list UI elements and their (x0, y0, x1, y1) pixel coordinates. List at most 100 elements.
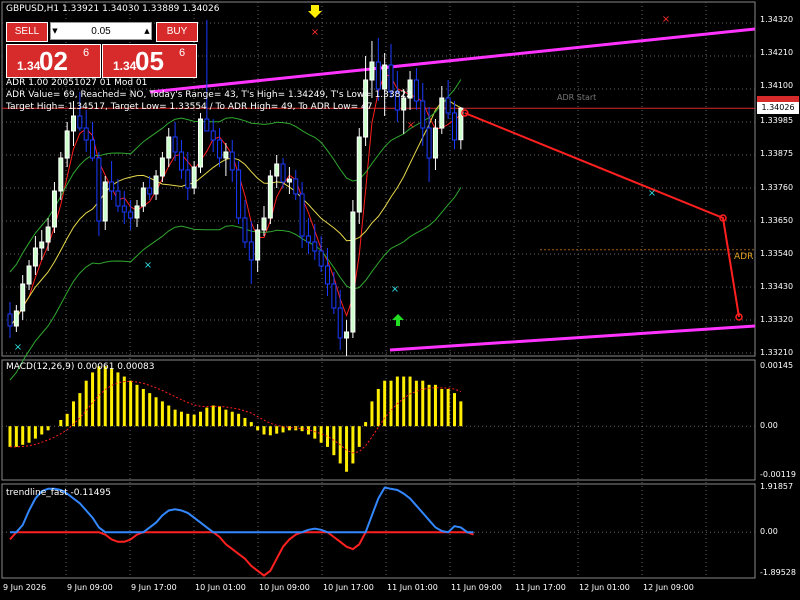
candle-body (439, 97, 445, 129)
current-price-tag: 1.34026 (757, 102, 799, 114)
candle-body (382, 64, 388, 90)
buy-quote-fraction: 6 (179, 47, 186, 59)
macd-label: MACD(12,26,9) 0.00061 0.00083 (6, 362, 155, 372)
lot-decrease-icon[interactable]: ▼ (50, 22, 60, 40)
one-click-trade-panel: SELL 0.05 ▼ ▲ BUY 1.34 02 6 1.34 05 6 (4, 20, 198, 78)
candle-body (32, 247, 38, 267)
price-axis-label: 1.33650 (760, 216, 794, 225)
adr-info-line-1: ADR 1.00 20051027 01 Mod 01 (6, 78, 148, 88)
price-axis-label: 1.34320 (760, 15, 794, 24)
candle-body (280, 163, 286, 183)
candle-body (375, 61, 381, 90)
time-axis-label: 10 Jun 09:00 (259, 583, 310, 592)
candle-body (121, 205, 127, 213)
candle-body (13, 310, 19, 327)
price-axis-label: 1.33875 (760, 148, 794, 158)
macd-axis-label: 0.00145 (760, 361, 794, 371)
cross-marker-icon: × (648, 188, 656, 199)
candle-body (198, 118, 203, 168)
buy-button[interactable]: BUY (156, 22, 198, 42)
candle-body (172, 136, 178, 153)
macd-signal-line (10, 380, 462, 454)
candle-body (261, 217, 267, 231)
time-axis-label: 9 Jun 09:00 (67, 583, 113, 592)
lower-channel-line (389, 324, 756, 352)
candle-body (109, 181, 115, 192)
cross-marker-icon: × (407, 120, 415, 131)
price-axis-label: 1.34210 (760, 48, 794, 57)
candle-body (77, 115, 83, 129)
candle-body (344, 331, 350, 339)
macd-axis-label: -0.00119 (760, 470, 796, 480)
symbol-header: GBPUSD,H1 1.33921 1.34030 1.33889 1.3402… (6, 4, 220, 14)
time-axis-label: 11 Jun 01:00 (387, 583, 438, 592)
candle-body (83, 127, 89, 141)
sell-quote[interactable]: 1.34 02 6 (6, 44, 101, 78)
price-axis-label: 1.33430 (760, 282, 794, 291)
candle-body (178, 151, 184, 171)
candle-body (58, 157, 64, 192)
trend-axis-label: -1.89528 (760, 568, 796, 577)
projection-line (464, 112, 740, 318)
candle-body (204, 118, 210, 132)
candle-body (432, 127, 438, 159)
candle-body (420, 100, 426, 129)
candle-body (267, 175, 273, 219)
candle-body (153, 175, 159, 195)
cross-marker-icon: × (662, 14, 670, 25)
candle-body (210, 130, 216, 141)
buy-quote[interactable]: 1.34 05 6 (102, 44, 197, 78)
time-axis-label: 12 Jun 09:00 (643, 583, 694, 592)
candle-body (140, 187, 146, 207)
candle-body (191, 166, 197, 189)
time-axis-label: 11 Jun 17:00 (515, 583, 566, 592)
candle-body (312, 241, 318, 252)
price-axis-label: 1.33985 (760, 115, 794, 125)
cross-marker-icon: × (14, 342, 22, 353)
candle-body (229, 151, 235, 171)
adr-label: ADR (734, 252, 754, 262)
candle-body (426, 127, 432, 159)
candle-body (223, 151, 229, 159)
time-axis-label: 12 Jun 01:00 (579, 583, 630, 592)
candle-body (26, 265, 32, 285)
candle-body (255, 229, 261, 261)
candle-body (115, 190, 121, 207)
candle-body (337, 307, 343, 339)
candle-body (413, 79, 419, 102)
candle-body (286, 178, 292, 183)
lot-increase-icon[interactable]: ▲ (142, 22, 152, 40)
candle-body (325, 265, 330, 285)
time-axis-label: 9 Jun 17:00 (131, 583, 177, 592)
macd-axis-label: 0.00 (760, 421, 778, 431)
cross-marker-icon: × (391, 284, 399, 295)
candle-body (71, 115, 76, 132)
candle-body (274, 163, 280, 177)
candle-body (318, 250, 324, 267)
sell-quote-prefix: 1.34 (17, 59, 41, 73)
candle-body (331, 283, 337, 309)
candle-body (293, 178, 299, 195)
candle-body (305, 235, 311, 243)
candle-body (90, 139, 96, 159)
candle-body (248, 241, 254, 261)
candle-body (350, 211, 356, 333)
adr-info-line-3: Target High= 1.34517, Target Low= 1.3355… (6, 102, 373, 112)
candle-body (96, 157, 102, 222)
candle-body (369, 61, 375, 81)
candle-body (452, 112, 457, 141)
trend-negative-line (9, 531, 474, 577)
sell-signal-arrow-icon (308, 5, 322, 18)
cross-marker-icon: × (311, 27, 319, 38)
lot-size-input[interactable]: 0.05 (50, 22, 152, 40)
sell-button[interactable]: SELL (6, 22, 48, 42)
upper-channel-line (149, 27, 756, 94)
candle-body (236, 169, 242, 219)
time-axis-label: 10 Jun 17:00 (323, 583, 374, 592)
trendline-label: trendline_fast -0.11495 (6, 488, 111, 498)
candle-body (356, 136, 362, 213)
candle-body (45, 226, 51, 243)
candle-body (242, 217, 248, 243)
candle-body (445, 97, 451, 114)
candle-body (299, 193, 305, 237)
